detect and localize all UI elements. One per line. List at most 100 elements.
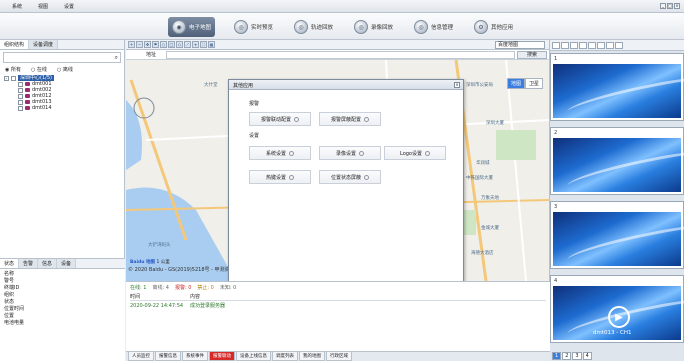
video-pager: 1 2 3 4: [550, 350, 684, 361]
table-row[interactable]: 2020-09-22 14:47:54 成功登录服务器: [130, 301, 546, 310]
tab-org-structure[interactable]: 组织结构: [0, 40, 30, 49]
nav-track-playback[interactable]: ◎ 轨迹回放: [290, 17, 337, 37]
checkbox[interactable]: [18, 105, 23, 111]
fullscreen-icon[interactable]: ⛶: [200, 41, 207, 48]
nav-label: 实时预览: [251, 25, 274, 31]
page-button[interactable]: 4: [582, 351, 592, 360]
arrow-icon: [289, 174, 294, 180]
status-disabled: 禁止: 0: [197, 285, 214, 291]
checkbox[interactable]: [11, 75, 16, 81]
tab-device-online[interactable]: 设备上线信息: [236, 352, 271, 361]
zoom-in-icon[interactable]: +: [128, 41, 135, 48]
address-label: 地址: [146, 52, 157, 58]
nav-live-preview[interactable]: ◎ 实时预览: [230, 17, 277, 37]
tab-dispatch-list[interactable]: 调度列表: [272, 352, 298, 361]
volume-icon[interactable]: [597, 42, 605, 49]
checkbox[interactable]: [18, 99, 23, 105]
maximize-icon[interactable]: □: [667, 3, 673, 9]
track-icon: ◎: [294, 20, 308, 34]
column-content: 内容: [190, 293, 201, 300]
nav-record-playback[interactable]: ◎ 录像回放: [350, 17, 397, 37]
menu-view[interactable]: 视图: [38, 3, 48, 10]
circle-select-icon[interactable]: ○: [160, 41, 167, 48]
measure-icon[interactable]: ⌖: [192, 41, 199, 48]
layout-9-icon[interactable]: [570, 42, 578, 49]
info-field: 电池电量: [4, 320, 25, 326]
play-icon[interactable]: ▶: [608, 306, 630, 328]
close-icon[interactable]: ×: [674, 3, 680, 9]
video-tile[interactable]: 2: [550, 127, 684, 195]
video-tile[interactable]: 3: [550, 201, 684, 269]
tab-alarm-info[interactable]: 报警信息: [155, 352, 181, 361]
tab-my-map[interactable]: 我的地图: [299, 352, 325, 361]
tab-status[interactable]: 状态: [0, 259, 20, 268]
close-icon[interactable]: ×: [454, 82, 460, 88]
map-type-map[interactable]: 地图: [506, 78, 525, 89]
tab-device[interactable]: 设备: [57, 259, 77, 268]
map-copyright: © 2020 Baidu - GS(2019)5218号 - 甲测资字: [128, 267, 235, 273]
tab-personnel-monitor[interactable]: 人员监控: [128, 352, 154, 361]
layout-1-icon[interactable]: [552, 42, 560, 49]
tab-alarm[interactable]: 告警: [19, 259, 39, 268]
video-tile[interactable]: 1: [550, 53, 684, 121]
filter-offline[interactable]: ○ 离线: [57, 66, 73, 73]
tab-device-dispatch[interactable]: 设备调度: [29, 40, 59, 49]
polygon-icon[interactable]: ◇: [176, 41, 183, 48]
filter-all[interactable]: ◉ 所有: [5, 66, 21, 73]
collapse-icon[interactable]: -: [4, 75, 9, 81]
location-status-shield-button[interactable]: 位置状态屏蔽: [319, 170, 381, 184]
nav-electronic-map[interactable]: ◉ 电子地图: [168, 17, 216, 37]
search-button[interactable]: 搜索: [517, 50, 547, 59]
tab-admin-region[interactable]: 行政区域: [326, 352, 352, 361]
map-type-satellite[interactable]: 卫星: [524, 78, 543, 89]
map-label: 大铲湾码头: [148, 243, 171, 248]
checkbox[interactable]: [18, 81, 23, 87]
video-tile[interactable]: 4 ▶ dmt013 - CH1: [550, 275, 684, 343]
hotkey-settings-button[interactable]: 热键设置: [249, 170, 311, 184]
map-source-select[interactable]: 百度地图: [495, 41, 545, 49]
tree-device[interactable]: dmt014: [4, 105, 120, 111]
button-label: 热键设置: [265, 174, 286, 181]
nav-other-apps[interactable]: ⚙ 其他应用: [470, 17, 517, 37]
search-icon[interactable]: ⌕: [115, 54, 118, 62]
layer-icon[interactable]: ▦: [208, 41, 215, 48]
line-icon[interactable]: ⟋: [184, 41, 191, 48]
pan-icon[interactable]: ✥: [144, 41, 151, 48]
alarm-shield-config-button[interactable]: 报警屏蔽配置: [319, 112, 381, 126]
device-search-input[interactable]: ⌕: [3, 52, 121, 63]
info-field-list: 名称 警号 终端ID 组织 状态 位置时间 位置 电池电量: [0, 269, 125, 329]
alarm-linkage-config-button[interactable]: 报警联动配置: [249, 112, 311, 126]
event-time: 2020-09-22 14:47:54: [130, 302, 184, 309]
arrow-icon: [294, 116, 299, 122]
filter-label: 在线: [36, 67, 47, 73]
address-input[interactable]: [166, 50, 515, 59]
nav-info-manage[interactable]: ◎ 信息管理: [410, 17, 457, 37]
record-icon[interactable]: [588, 42, 596, 49]
info-field: 警号: [4, 278, 15, 284]
tab-alarm-linkage[interactable]: 报警联动: [209, 352, 235, 361]
zoom-out-icon[interactable]: −: [136, 41, 143, 48]
checkbox[interactable]: [18, 87, 23, 93]
rect-select-icon[interactable]: □: [168, 41, 175, 48]
checkbox[interactable]: [18, 93, 23, 99]
minimize-icon[interactable]: _: [660, 3, 666, 9]
tab-system-events[interactable]: 系统事件: [182, 352, 208, 361]
page-button[interactable]: 3: [572, 351, 582, 360]
page-button[interactable]: 2: [562, 351, 572, 360]
snapshot-icon[interactable]: [579, 42, 587, 49]
logo-settings-button[interactable]: Logo设置: [384, 146, 446, 160]
scale-bar: Baidu 地图 1 公里: [130, 259, 170, 265]
menu-settings[interactable]: 设置: [64, 3, 74, 10]
stop-all-icon[interactable]: [606, 42, 614, 49]
layout-4-icon[interactable]: [561, 42, 569, 49]
flag-icon[interactable]: ⚑: [152, 41, 159, 48]
info-field: 状态: [4, 299, 15, 305]
tab-info[interactable]: 信息: [38, 259, 58, 268]
settings-icon[interactable]: [615, 42, 623, 49]
dialog-title: 其他应用 ×: [229, 80, 463, 90]
record-settings-button[interactable]: 录像设置: [319, 146, 381, 160]
menu-system[interactable]: 系统: [12, 3, 22, 10]
page-button[interactable]: 1: [552, 351, 562, 360]
filter-online[interactable]: ○ 在线: [31, 66, 47, 73]
system-settings-button[interactable]: 系统设置: [249, 146, 311, 160]
